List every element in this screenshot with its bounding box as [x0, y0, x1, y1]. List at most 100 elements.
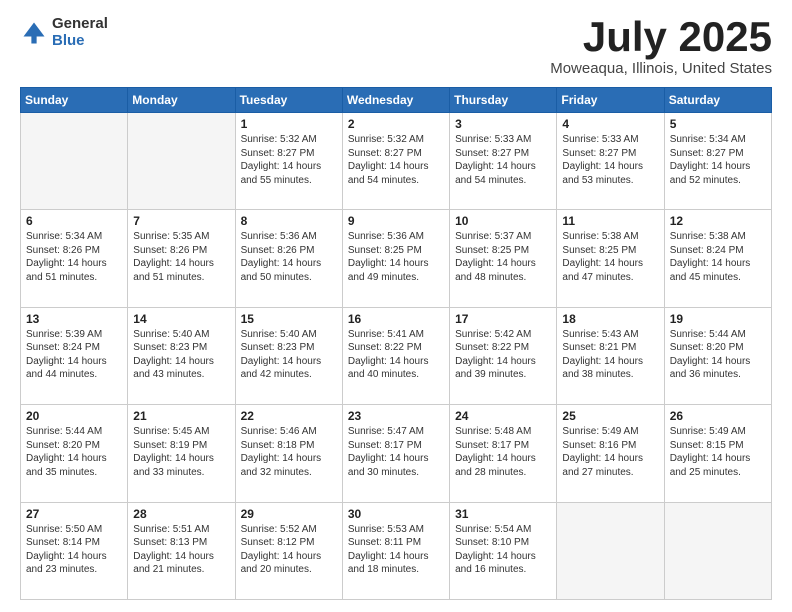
- day-number: 16: [348, 312, 444, 326]
- calendar-cell: [128, 113, 235, 210]
- day-number: 18: [562, 312, 658, 326]
- cell-info: Sunrise: 5:48 AM Sunset: 8:17 PM Dayligh…: [455, 425, 551, 479]
- day-number: 27: [26, 507, 122, 521]
- calendar-cell: 7 Sunrise: 5:35 AM Sunset: 8:26 PM Daylig…: [128, 210, 235, 307]
- calendar-week-1: 6 Sunrise: 5:34 AM Sunset: 8:26 PM Daylig…: [21, 210, 772, 307]
- day-number: 4: [562, 117, 658, 131]
- calendar-cell: 9 Sunrise: 5:36 AM Sunset: 8:25 PM Daylig…: [342, 210, 449, 307]
- calendar-cell: 4 Sunrise: 5:33 AM Sunset: 8:27 PM Daylig…: [557, 113, 664, 210]
- day-number: 30: [348, 507, 444, 521]
- calendar-cell: 12 Sunrise: 5:38 AM Sunset: 8:24 PM Dayli…: [664, 210, 771, 307]
- calendar-cell: 16Sunrise: 5:41 AM Sunset: 8:22 PM Dayli…: [342, 307, 449, 404]
- title-location: Moweaqua, Illinois, United States: [550, 60, 772, 77]
- calendar-header-thursday: Thursday: [450, 88, 557, 113]
- cell-info: Sunrise: 5:54 AM Sunset: 8:10 PM Dayligh…: [455, 523, 551, 577]
- cell-info: Sunrise: 5:33 AM Sunset: 8:27 PM Dayligh…: [562, 133, 658, 187]
- cell-info: Sunrise: 5:37 AM Sunset: 8:25 PM Dayligh…: [455, 230, 551, 284]
- cell-info: Sunrise: 5:38 AM Sunset: 8:25 PM Dayligh…: [562, 230, 658, 284]
- day-number: 19: [670, 312, 766, 326]
- calendar-week-4: 27 Sunrise: 5:50 AM Sunset: 8:14 PM Dayli…: [21, 502, 772, 599]
- calendar-cell: 17 Sunrise: 5:42 AM Sunset: 8:22 PM Dayli…: [450, 307, 557, 404]
- day-number: 26: [670, 409, 766, 423]
- cell-info: Sunrise: 5:44 AM Sunset: 8:20 PM Dayligh…: [26, 425, 122, 479]
- calendar-week-2: 13Sunrise: 5:39 AM Sunset: 8:24 PM Dayli…: [21, 307, 772, 404]
- logo-general: General: [52, 16, 108, 33]
- cell-info: Sunrise: 5:38 AM Sunset: 8:24 PM Dayligh…: [670, 230, 766, 284]
- cell-info: Sunrise: 5:49 AM Sunset: 8:16 PM Dayligh…: [562, 425, 658, 479]
- day-number: 24: [455, 409, 551, 423]
- cell-info: Sunrise: 5:32 AM Sunset: 8:27 PM Dayligh…: [348, 133, 444, 187]
- cell-info: Sunrise: 5:39 AM Sunset: 8:24 PM Dayligh…: [26, 328, 122, 382]
- calendar-cell: 28 Sunrise: 5:51 AM Sunset: 8:13 PM Dayli…: [128, 502, 235, 599]
- cell-info: Sunrise: 5:53 AM Sunset: 8:11 PM Dayligh…: [348, 523, 444, 577]
- calendar-cell: [21, 113, 128, 210]
- logo-blue: Blue: [52, 33, 108, 50]
- day-number: 25: [562, 409, 658, 423]
- cell-info: Sunrise: 5:42 AM Sunset: 8:22 PM Dayligh…: [455, 328, 551, 382]
- logo-text: General Blue: [52, 16, 108, 49]
- calendar-cell: 20 Sunrise: 5:44 AM Sunset: 8:20 PM Dayli…: [21, 405, 128, 502]
- cell-info: Sunrise: 5:47 AM Sunset: 8:17 PM Dayligh…: [348, 425, 444, 479]
- day-number: 28: [133, 507, 229, 521]
- title-month: July 2025: [550, 16, 772, 58]
- calendar-header-tuesday: Tuesday: [235, 88, 342, 113]
- calendar-cell: 3Sunrise: 5:33 AM Sunset: 8:27 PM Daylig…: [450, 113, 557, 210]
- calendar-cell: [664, 502, 771, 599]
- calendar-cell: 13Sunrise: 5:39 AM Sunset: 8:24 PM Dayli…: [21, 307, 128, 404]
- calendar-cell: 6 Sunrise: 5:34 AM Sunset: 8:26 PM Daylig…: [21, 210, 128, 307]
- calendar-cell: 27 Sunrise: 5:50 AM Sunset: 8:14 PM Dayli…: [21, 502, 128, 599]
- calendar-header-monday: Monday: [128, 88, 235, 113]
- cell-info: Sunrise: 5:40 AM Sunset: 8:23 PM Dayligh…: [133, 328, 229, 382]
- day-number: 31: [455, 507, 551, 521]
- logo-icon: [20, 19, 48, 47]
- day-number: 14: [133, 312, 229, 326]
- day-number: 11: [562, 214, 658, 228]
- day-number: 7: [133, 214, 229, 228]
- day-number: 1: [241, 117, 337, 131]
- cell-info: Sunrise: 5:36 AM Sunset: 8:26 PM Dayligh…: [241, 230, 337, 284]
- calendar-cell: 11 Sunrise: 5:38 AM Sunset: 8:25 PM Dayli…: [557, 210, 664, 307]
- cell-info: Sunrise: 5:32 AM Sunset: 8:27 PM Dayligh…: [241, 133, 337, 187]
- calendar-cell: 15Sunrise: 5:40 AM Sunset: 8:23 PM Dayli…: [235, 307, 342, 404]
- cell-info: Sunrise: 5:33 AM Sunset: 8:27 PM Dayligh…: [455, 133, 551, 187]
- day-number: 21: [133, 409, 229, 423]
- calendar-header-saturday: Saturday: [664, 88, 771, 113]
- calendar-cell: 23Sunrise: 5:47 AM Sunset: 8:17 PM Dayli…: [342, 405, 449, 502]
- cell-info: Sunrise: 5:40 AM Sunset: 8:23 PM Dayligh…: [241, 328, 337, 382]
- day-number: 10: [455, 214, 551, 228]
- cell-info: Sunrise: 5:36 AM Sunset: 8:25 PM Dayligh…: [348, 230, 444, 284]
- calendar-cell: 1 Sunrise: 5:32 AM Sunset: 8:27 PM Daylig…: [235, 113, 342, 210]
- calendar-cell: 14 Sunrise: 5:40 AM Sunset: 8:23 PM Dayli…: [128, 307, 235, 404]
- calendar-table: SundayMondayTuesdayWednesdayThursdayFrid…: [20, 87, 772, 600]
- cell-info: Sunrise: 5:45 AM Sunset: 8:19 PM Dayligh…: [133, 425, 229, 479]
- header: General Blue July 2025 Moweaqua, Illinoi…: [20, 16, 772, 77]
- day-number: 8: [241, 214, 337, 228]
- day-number: 5: [670, 117, 766, 131]
- calendar-week-0: 1 Sunrise: 5:32 AM Sunset: 8:27 PM Daylig…: [21, 113, 772, 210]
- day-number: 2: [348, 117, 444, 131]
- day-number: 17: [455, 312, 551, 326]
- calendar-cell: 31 Sunrise: 5:54 AM Sunset: 8:10 PM Dayli…: [450, 502, 557, 599]
- calendar-cell: 22Sunrise: 5:46 AM Sunset: 8:18 PM Dayli…: [235, 405, 342, 502]
- cell-info: Sunrise: 5:43 AM Sunset: 8:21 PM Dayligh…: [562, 328, 658, 382]
- day-number: 20: [26, 409, 122, 423]
- calendar-cell: 18 Sunrise: 5:43 AM Sunset: 8:21 PM Dayli…: [557, 307, 664, 404]
- day-number: 29: [241, 507, 337, 521]
- logo: General Blue: [20, 16, 108, 49]
- cell-info: Sunrise: 5:44 AM Sunset: 8:20 PM Dayligh…: [670, 328, 766, 382]
- calendar-cell: 8 Sunrise: 5:36 AM Sunset: 8:26 PM Daylig…: [235, 210, 342, 307]
- day-number: 9: [348, 214, 444, 228]
- day-number: 12: [670, 214, 766, 228]
- calendar-cell: 21 Sunrise: 5:45 AM Sunset: 8:19 PM Dayli…: [128, 405, 235, 502]
- cell-info: Sunrise: 5:35 AM Sunset: 8:26 PM Dayligh…: [133, 230, 229, 284]
- cell-info: Sunrise: 5:49 AM Sunset: 8:15 PM Dayligh…: [670, 425, 766, 479]
- cell-info: Sunrise: 5:34 AM Sunset: 8:26 PM Dayligh…: [26, 230, 122, 284]
- calendar-cell: 5Sunrise: 5:34 AM Sunset: 8:27 PM Daylig…: [664, 113, 771, 210]
- day-number: 6: [26, 214, 122, 228]
- cell-info: Sunrise: 5:51 AM Sunset: 8:13 PM Dayligh…: [133, 523, 229, 577]
- cell-info: Sunrise: 5:50 AM Sunset: 8:14 PM Dayligh…: [26, 523, 122, 577]
- title-block: July 2025 Moweaqua, Illinois, United Sta…: [550, 16, 772, 77]
- calendar-header-sunday: Sunday: [21, 88, 128, 113]
- calendar-header-friday: Friday: [557, 88, 664, 113]
- cell-info: Sunrise: 5:46 AM Sunset: 8:18 PM Dayligh…: [241, 425, 337, 479]
